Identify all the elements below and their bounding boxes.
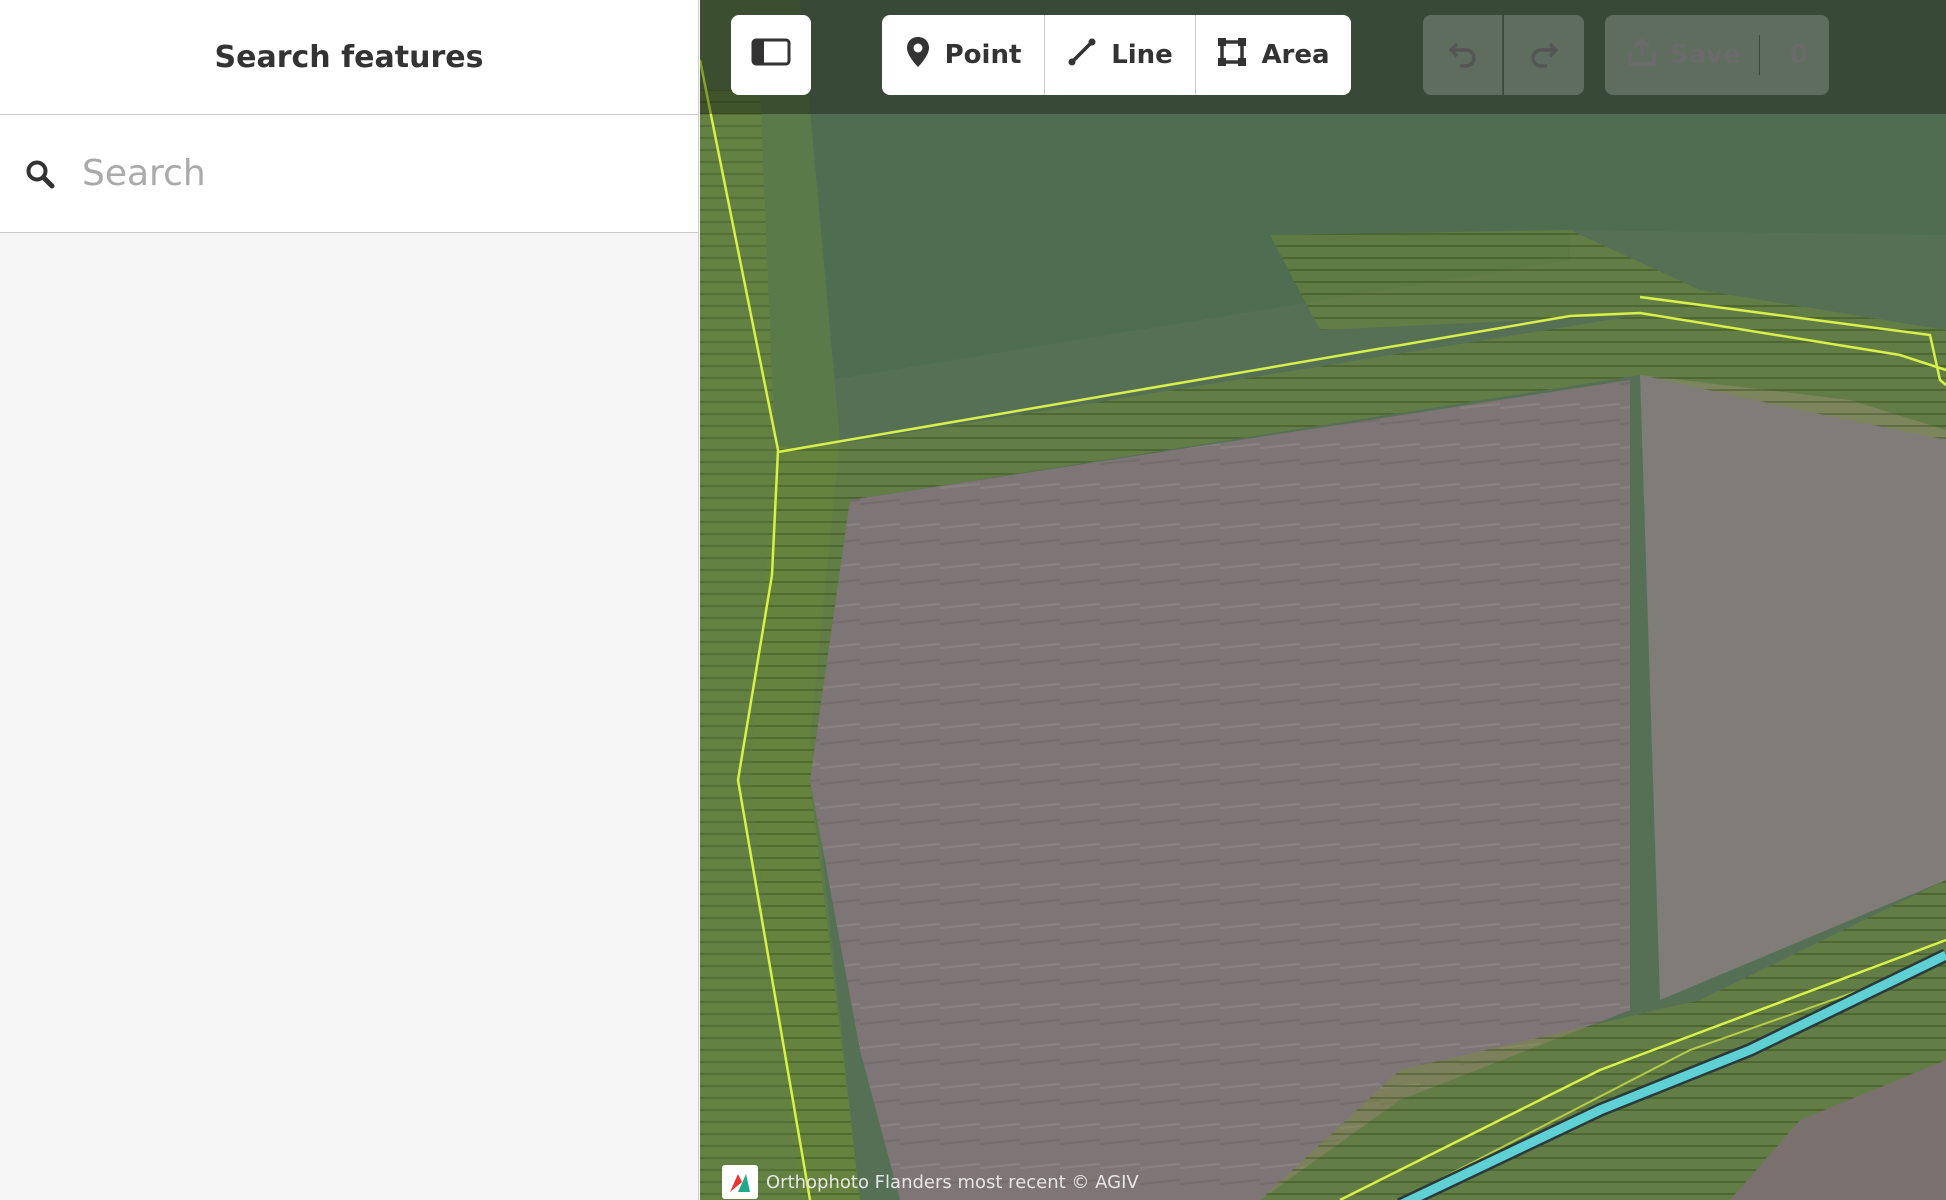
redo-button[interactable] [1504,15,1584,95]
map-canvas[interactable]: Point Line Area Save 0 Orthophoto Flande… [700,0,1946,1200]
attribution-text: Orthophoto Flanders most recent © AGIV [766,1171,1139,1193]
add-point-label: Point [944,40,1022,70]
add-area-label: Area [1261,40,1330,70]
search-input[interactable] [80,137,698,210]
sidebar-header: Search features [0,0,698,115]
agiv-logo-icon [722,1165,758,1199]
add-line-label: Line [1111,40,1173,70]
sidebar: Search features [0,0,699,1200]
save-count: 0 [1758,35,1808,75]
undo-icon [1448,38,1478,72]
undo-button[interactable] [1423,15,1503,95]
redo-icon [1529,38,1559,72]
upload-icon [1626,36,1658,75]
save-button[interactable]: Save 0 [1605,15,1829,95]
sidebar-title: Search features [214,39,484,75]
map-attribution: Orthophoto Flanders most recent © AGIV [722,1164,1139,1200]
point-icon [905,36,931,75]
add-area-button[interactable]: Area [1196,15,1351,95]
area-icon [1217,37,1247,74]
add-point-button[interactable]: Point [882,15,1045,95]
search-bar [0,115,698,233]
save-label: Save [1670,40,1741,70]
search-icon [0,159,80,189]
sidebar-toggle-icon [751,38,791,73]
aerial-imagery [700,0,1946,1200]
sidebar-toggle-button[interactable] [731,15,811,95]
add-line-button[interactable]: Line [1045,15,1196,95]
line-icon [1067,37,1097,74]
